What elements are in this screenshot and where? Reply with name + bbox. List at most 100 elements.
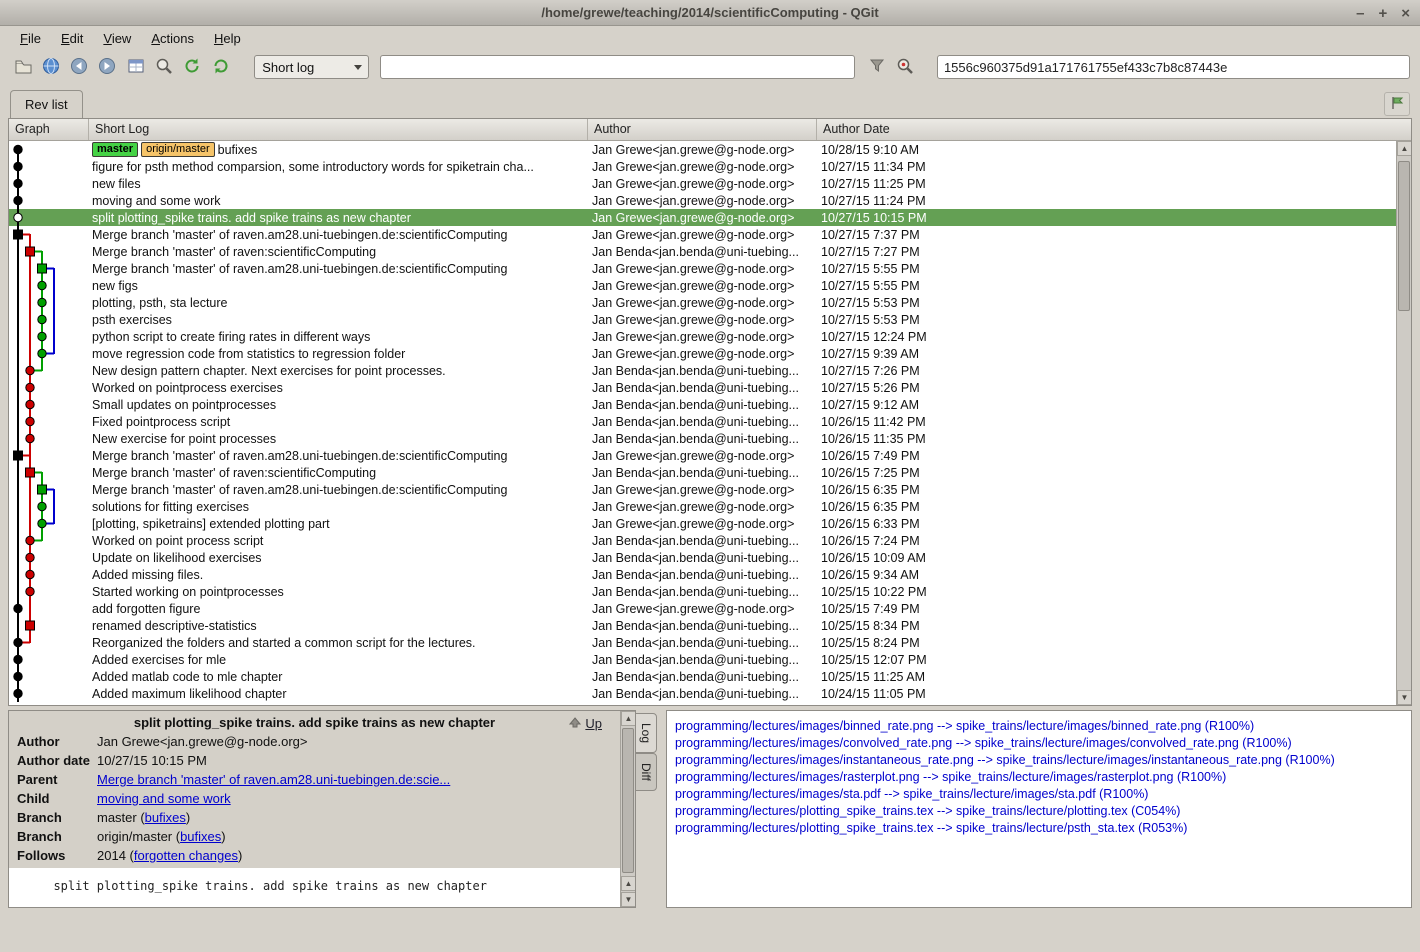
up-link[interactable]: Up: [569, 716, 602, 731]
sha-input[interactable]: [937, 55, 1410, 79]
commit-row[interactable]: new figsJan Grewe<jan.grewe@g-node.org>1…: [9, 277, 1411, 294]
commit-row[interactable]: Merge branch 'master' of raven.am28.uni-…: [9, 481, 1411, 498]
menu-actions[interactable]: Actions: [141, 28, 204, 49]
commit-message-cell: Merge branch 'master' of raven.am28.uni-…: [89, 449, 588, 463]
lens-button[interactable]: [151, 54, 176, 80]
forward-button[interactable]: [95, 54, 120, 80]
detail-field-parent: ParentMerge branch 'master' of raven.am2…: [9, 770, 620, 789]
commit-subject: Merge branch 'master' of raven.am28.uni-…: [92, 483, 507, 497]
commit-row[interactable]: Reorganized the folders and started a co…: [9, 634, 1411, 651]
back-button[interactable]: [67, 54, 92, 80]
commit-row[interactable]: Worked on point process scriptJan Benda<…: [9, 532, 1411, 549]
commit-author-cell: Jan Grewe<jan.grewe@g-node.org>: [588, 449, 817, 463]
tab-rev-list[interactable]: Rev list: [10, 90, 83, 118]
commit-row[interactable]: add forgotten figureJan Grewe<jan.grewe@…: [9, 600, 1411, 617]
commit-row[interactable]: move regression code from statistics to …: [9, 345, 1411, 362]
detail-link[interactable]: bufixes: [180, 829, 221, 844]
commit-row[interactable]: figure for psth method comparsion, some …: [9, 158, 1411, 175]
file-rename-entry[interactable]: programming/lectures/images/binned_rate.…: [675, 718, 1403, 735]
details-scroll-up2-icon[interactable]: ▲: [621, 876, 636, 891]
commit-row[interactable]: renamed descriptive-statisticsJan Benda<…: [9, 617, 1411, 634]
commit-row[interactable]: plotting, psth, sta lectureJan Grewe<jan…: [9, 294, 1411, 311]
file-rename-entry[interactable]: programming/lectures/images/instantaneou…: [675, 752, 1403, 769]
highlight-button[interactable]: [864, 54, 889, 80]
tree-view-button[interactable]: [123, 54, 148, 80]
table-header: Graph Short Log Author Author Date: [9, 119, 1411, 141]
minimize-button[interactable]: –: [1356, 6, 1364, 21]
detail-link[interactable]: moving and some work: [97, 791, 231, 806]
menu-file[interactable]: File: [10, 28, 51, 49]
menu-view[interactable]: View: [93, 28, 141, 49]
open-button[interactable]: [10, 54, 35, 80]
commit-row[interactable]: Merge branch 'master' of raven.am28.uni-…: [9, 226, 1411, 243]
commit-row[interactable]: moving and some workJan Grewe<jan.grewe@…: [9, 192, 1411, 209]
column-header-author[interactable]: Author: [588, 119, 817, 140]
menu-edit[interactable]: Edit: [51, 28, 93, 49]
commit-row[interactable]: Worked on pointprocess exercisesJan Bend…: [9, 379, 1411, 396]
file-rename-entry[interactable]: programming/lectures/images/convolved_ra…: [675, 735, 1403, 752]
commit-row[interactable]: new filesJan Grewe<jan.grewe@g-node.org>…: [9, 175, 1411, 192]
reload-button[interactable]: [208, 54, 233, 80]
commit-graph: [9, 243, 89, 260]
refresh-button[interactable]: [180, 54, 205, 80]
commit-row[interactable]: Update on likelihood exercisesJan Benda<…: [9, 549, 1411, 566]
commit-row[interactable]: Added maximum likelihood chapterJan Bend…: [9, 685, 1411, 702]
commit-row[interactable]: masterorigin/masterbufixesJan Grewe<jan.…: [9, 141, 1411, 158]
scrollbar-thumb[interactable]: [1398, 161, 1410, 311]
detail-link[interactable]: bufixes: [145, 810, 186, 825]
commit-row[interactable]: solutions for fitting exercisesJan Grewe…: [9, 498, 1411, 515]
details-scrollbar[interactable]: ▲ ▲ ▼: [620, 711, 635, 907]
commit-row[interactable]: Added missing files.Jan Benda<jan.benda@…: [9, 566, 1411, 583]
commit-row[interactable]: python script to create firing rates in …: [9, 328, 1411, 345]
details-scrollbar-thumb[interactable]: [622, 728, 634, 873]
commit-row[interactable]: New exercise for point processesJan Bend…: [9, 430, 1411, 447]
details-scroll-down-icon[interactable]: ▼: [621, 892, 636, 907]
commit-row[interactable]: psth exercisesJan Grewe<jan.grewe@g-node…: [9, 311, 1411, 328]
details-scroll-up-icon[interactable]: ▲: [621, 711, 636, 726]
up-arrow-icon: [569, 716, 581, 731]
commit-row[interactable]: Merge branch 'master' of raven.am28.uni-…: [9, 447, 1411, 464]
file-rename-entry[interactable]: programming/lectures/images/sta.pdf --> …: [675, 786, 1403, 803]
column-header-author-date[interactable]: Author Date: [817, 119, 1411, 140]
commit-date-cell: 10/27/15 5:55 PM: [817, 262, 1411, 276]
commit-row[interactable]: Merge branch 'master' of raven.am28.uni-…: [9, 260, 1411, 277]
commit-subject: add forgotten figure: [92, 602, 200, 616]
log-view-select[interactable]: Short log: [254, 55, 369, 79]
file-rename-entry[interactable]: programming/lectures/plotting_spike_trai…: [675, 820, 1403, 837]
column-header-short-log[interactable]: Short Log: [89, 119, 588, 140]
commit-row[interactable]: Small updates on pointprocessesJan Benda…: [9, 396, 1411, 413]
tab-diff[interactable]: Diff: [635, 753, 657, 791]
commit-row[interactable]: Merge branch 'master' of raven:scientifi…: [9, 464, 1411, 481]
commit-row[interactable]: New design pattern chapter. Next exercis…: [9, 362, 1411, 379]
menu-help[interactable]: Help: [204, 28, 251, 49]
scroll-down-icon[interactable]: ▼: [1397, 690, 1412, 705]
file-rename-entry[interactable]: programming/lectures/images/rasterplot.p…: [675, 769, 1403, 786]
scroll-up-icon[interactable]: ▲: [1397, 141, 1412, 156]
commit-row[interactable]: Merge branch 'master' of raven:scientifi…: [9, 243, 1411, 260]
commit-row[interactable]: Added exercises for mleJan Benda<jan.ben…: [9, 651, 1411, 668]
branch-flag-icon: [1388, 94, 1406, 115]
find-sha-button[interactable]: [893, 54, 918, 80]
commit-author-cell: Jan Grewe<jan.grewe@g-node.org>: [588, 211, 817, 225]
commit-graph: [9, 498, 89, 515]
detail-link[interactable]: forgotten changes: [134, 848, 238, 863]
commit-graph: [9, 175, 89, 192]
commit-row[interactable]: Added matlab code to mle chapterJan Bend…: [9, 668, 1411, 685]
view-button[interactable]: [38, 54, 63, 80]
detail-link[interactable]: Merge branch 'master' of raven.am28.uni-…: [97, 772, 450, 787]
rev-list-scrollbar[interactable]: ▲ ▼: [1396, 141, 1411, 705]
tab-log[interactable]: Log: [635, 713, 657, 753]
tree-filter-button[interactable]: [1384, 92, 1410, 116]
filter-input[interactable]: [380, 55, 855, 79]
commit-subject: Merge branch 'master' of raven.am28.uni-…: [92, 262, 507, 276]
commit-row[interactable]: [plotting, spiketrains] extended plottin…: [9, 515, 1411, 532]
commit-subject: moving and some work: [92, 194, 221, 208]
close-button[interactable]: ×: [1401, 6, 1410, 21]
maximize-button[interactable]: +: [1378, 6, 1387, 21]
column-header-graph[interactable]: Graph: [9, 119, 89, 140]
log-view-select-value: Short log: [262, 60, 314, 75]
file-rename-entry[interactable]: programming/lectures/plotting_spike_trai…: [675, 803, 1403, 820]
commit-row[interactable]: Fixed pointprocess scriptJan Benda<jan.b…: [9, 413, 1411, 430]
commit-row[interactable]: Started working on pointprocessesJan Ben…: [9, 583, 1411, 600]
commit-row[interactable]: split plotting_spike trains. add spike t…: [9, 209, 1411, 226]
